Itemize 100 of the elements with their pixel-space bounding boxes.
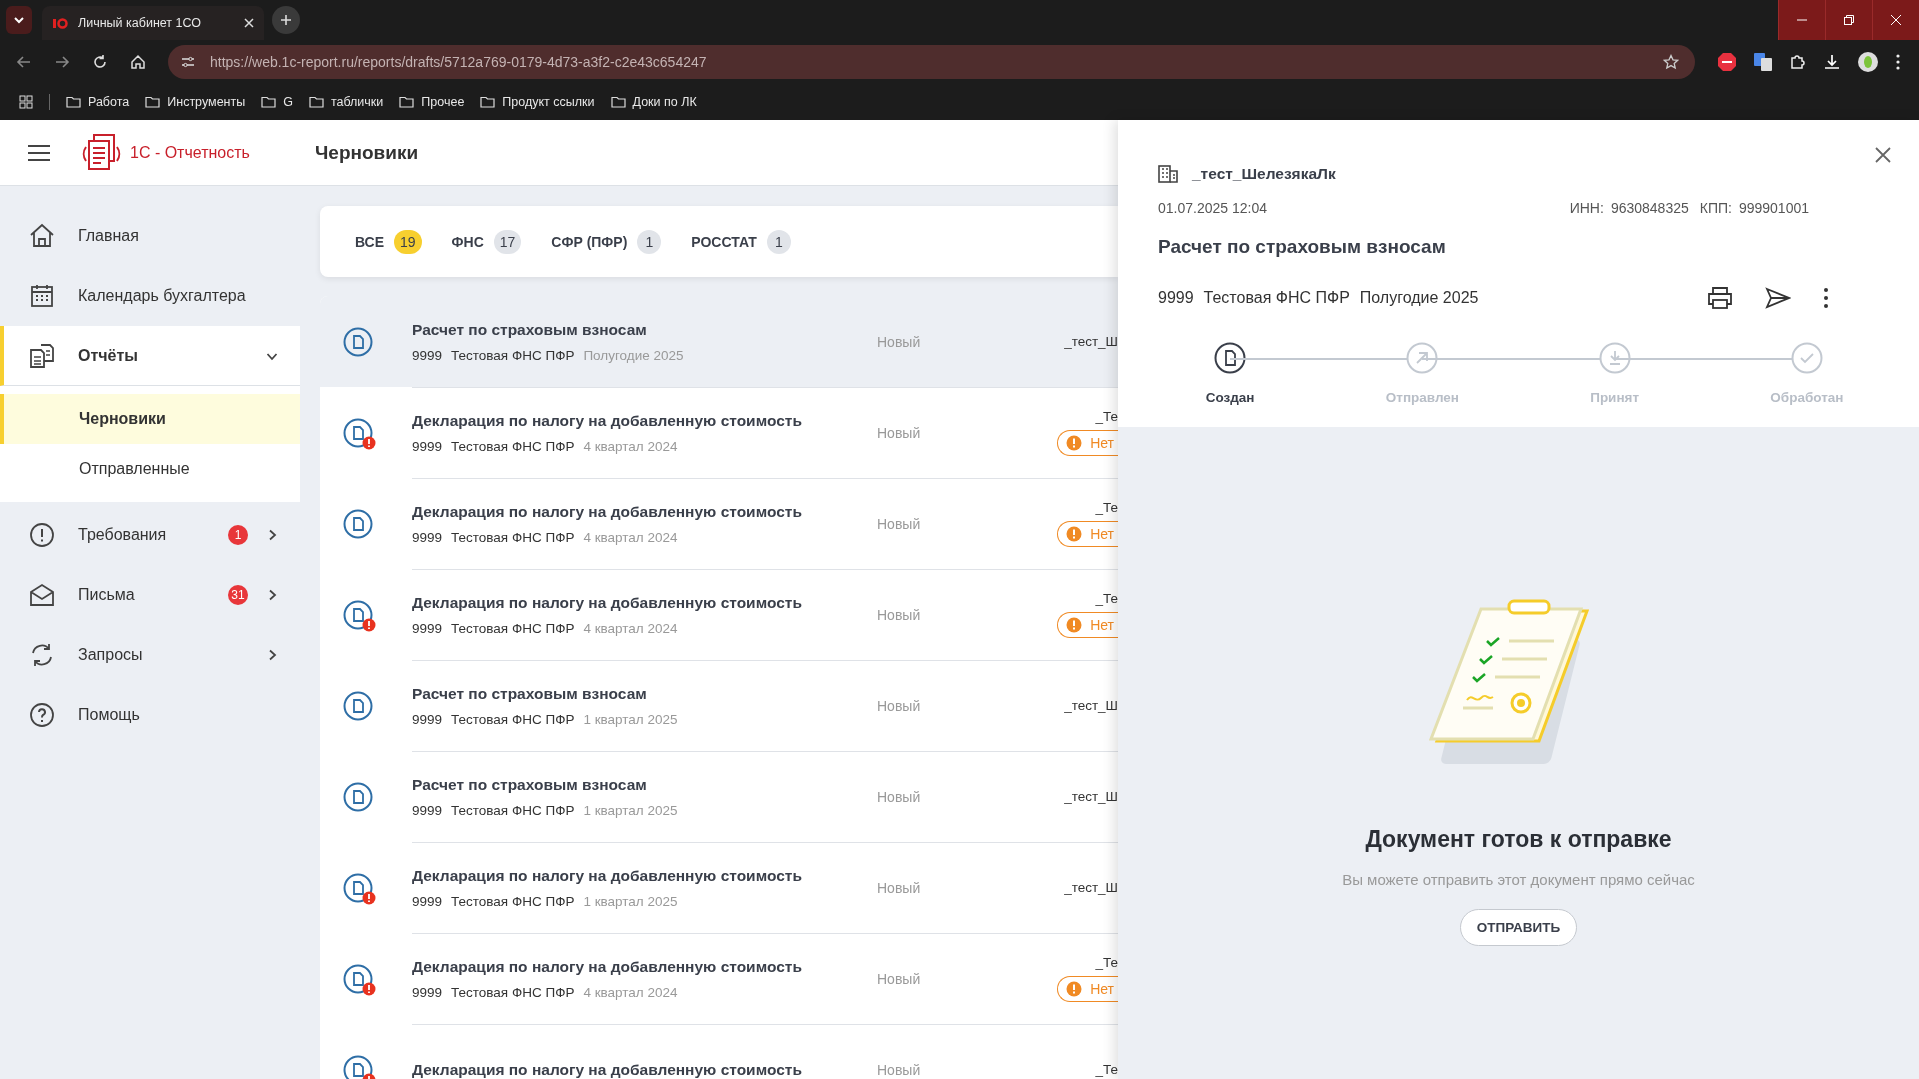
- report-row[interactable]: Расчет по страховым взносам 9999 Тестовая ФНС ПФР Полугодие 2025 Новый _тест_Ш: [320, 296, 1118, 387]
- report-period: 4 квартал 2024: [583, 529, 678, 545]
- bookmark-folder[interactable]: G: [261, 95, 293, 109]
- report-row[interactable]: Декларация по налогу на добавленную стоимость 9999 Тестовая ФНС ПФР 4 квартал 2024 Новый _Те Нет: [320, 478, 1118, 569]
- download-icon[interactable]: [1823, 53, 1841, 71]
- report-period: Полугодие 2025: [1359, 289, 1479, 307]
- folder-icon: [66, 96, 81, 108]
- close-icon[interactable]: [1875, 147, 1891, 163]
- bookmark-folder[interactable]: Продукт ссылки: [480, 95, 595, 109]
- sidebar-item[interactable]: Требования 1: [0, 505, 300, 565]
- printer-icon[interactable]: [1707, 286, 1733, 310]
- bookmark-folder[interactable]: Инструменты: [145, 95, 246, 109]
- report-title: Декларация по налогу на добавленную стоимость: [412, 502, 803, 521]
- folder-icon: [261, 96, 277, 108]
- report-owner: _Те: [1095, 955, 1118, 970]
- report-row[interactable]: Декларация по налогу на добавленную стоимость Новый _Те: [320, 1024, 1118, 1079]
- menu-icon[interactable]: [28, 144, 50, 161]
- filter-tab[interactable]: СФР (ПФР) 1: [551, 229, 662, 254]
- sidebar-item[interactable]: Письма 31: [0, 565, 300, 625]
- report-title: Декларация по налогу на добавленную стоимость: [412, 866, 803, 885]
- sidebar-item[interactable]: Главная: [0, 206, 300, 266]
- report-code: 9999: [412, 984, 443, 1000]
- sidebar-item[interactable]: Помощь: [0, 685, 300, 745]
- bookmark-folder[interactable]: Работа: [66, 95, 130, 109]
- calendar-icon: [29, 283, 55, 309]
- report-code: 9999: [412, 438, 443, 454]
- report-org: Тестовая ФНС ПФР: [451, 347, 575, 363]
- report-date: 01.07.2025 12:04: [1158, 200, 1267, 216]
- report-row[interactable]: Декларация по налогу на добавленную стоимость 9999 Тестовая ФНС ПФР 4 квартал 2024 Новый _Те Нет: [320, 933, 1118, 1024]
- folder-icon: [399, 96, 415, 108]
- reload-icon[interactable]: [92, 54, 108, 70]
- step-label: Принят: [1590, 390, 1640, 405]
- report-org: Тестовая ФНС ПФР: [1203, 289, 1350, 307]
- close-icon: [1890, 14, 1902, 26]
- sidebar-subitem[interactable]: Черновики: [0, 394, 300, 444]
- kpp-label: КПП:: [1699, 200, 1732, 216]
- report-title: Декларация по налогу на добавленную стоимость: [412, 957, 803, 976]
- bookmark-folder[interactable]: таблички: [308, 95, 384, 109]
- inn-label: ИНН:: [1569, 200, 1604, 216]
- back-icon[interactable]: [16, 54, 32, 70]
- url-text: https://web.1c-report.ru/reports/drafts/5712a769-0179-4d73-a3f2-c2e43c654247: [210, 54, 708, 70]
- new-tab-button[interactable]: [272, 6, 300, 34]
- report-org: Тестовая ФНС ПФР: [451, 802, 575, 818]
- report-code: 9999: [1158, 289, 1194, 307]
- bookmark-folder[interactable]: Прочее: [399, 95, 465, 109]
- report-org: Тестовая ФНС ПФР: [451, 893, 575, 909]
- warning-icon: [1066, 981, 1083, 997]
- filter-tab[interactable]: ФНС 17: [451, 229, 522, 254]
- puzzle-icon[interactable]: [1789, 53, 1807, 71]
- report-code: 9999: [412, 529, 443, 545]
- report-row[interactable]: Декларация по налогу на добавленную стоимость 9999 Тестовая ФНС ПФР 1 квартал 2025 Новый _тест_Ш: [320, 842, 1118, 933]
- send-icon[interactable]: [1765, 287, 1791, 309]
- bookmark-folder[interactable]: Доки по ЛК: [610, 95, 697, 109]
- forward-icon[interactable]: [54, 54, 70, 70]
- document-icon: [343, 326, 373, 357]
- empty-state-text: Вы можете отправить этот документ прямо сейчас: [1342, 871, 1695, 888]
- report-period: Полугодие 2025: [583, 347, 684, 363]
- address-bar[interactable]: https://web.1c-report.ru/reports/drafts/5712a769-0179-4d73-a3f2-c2e43c654247: [168, 45, 1695, 79]
- organization-name: _тест_ШелезякаЛк: [1192, 165, 1336, 183]
- report-row[interactable]: Декларация по налогу на добавленную стоимость 9999 Тестовая ФНС ПФР 4 квартал 2024 Новый _Те Нет: [320, 387, 1118, 478]
- report-owner: _тест_Ш: [1064, 698, 1118, 713]
- tab-list-button[interactable]: [6, 6, 32, 34]
- sidebar-item[interactable]: Календарь бухгалтера: [0, 266, 300, 326]
- home-icon: [29, 223, 55, 249]
- site-settings-icon[interactable]: [180, 54, 196, 70]
- sidebar-subitem[interactable]: Отправленные: [0, 444, 300, 494]
- filter-tab[interactable]: РОССТАТ 1: [691, 229, 791, 254]
- report-status: Новый: [877, 333, 922, 350]
- star-icon[interactable]: [1663, 54, 1679, 70]
- report-status: Новый: [877, 788, 922, 805]
- report-period: 1 квартал 2025: [583, 802, 678, 818]
- report-org: Тестовая ФНС ПФР: [451, 620, 575, 636]
- report-row[interactable]: Расчет по страховым взносам 9999 Тестовая ФНС ПФР 1 квартал 2025 Новый _тест_Ш: [320, 751, 1118, 842]
- browser-tab[interactable]: Личный кабинет 1СО: [42, 6, 264, 40]
- report-status: Новый: [877, 879, 922, 896]
- report-title: Декларация по налогу на добавленную стоимость: [412, 1060, 803, 1079]
- sidebar-item[interactable]: Отчёты: [0, 326, 300, 386]
- sync-icon: [29, 642, 55, 668]
- report-row[interactable]: Декларация по налогу на добавленную стоимость 9999 Тестовая ФНС ПФР 4 квартал 2024 Новый _Те Нет: [320, 569, 1118, 660]
- filter-tab[interactable]: ВСЕ 19: [355, 229, 422, 254]
- report-status: Новый: [877, 1061, 922, 1078]
- report-row[interactable]: Расчет по страховым взносам 9999 Тестовая ФНС ПФР 1 квартал 2025 Новый _тест_Ш: [320, 660, 1118, 751]
- sidebar-item[interactable]: Запросы: [0, 625, 300, 685]
- apps-icon[interactable]: [19, 95, 33, 109]
- report-code: 9999: [412, 893, 443, 909]
- count-badge: 1: [228, 525, 248, 545]
- warning-icon: [1066, 617, 1083, 633]
- app-logo-text[interactable]: 1С - Отчетность: [130, 143, 315, 162]
- restore-button[interactable]: [1825, 0, 1872, 40]
- mail-icon: [29, 582, 55, 608]
- report-code: 9999: [412, 347, 443, 363]
- tab-title: Личный кабинет 1СО: [78, 16, 202, 30]
- home-icon[interactable]: [130, 54, 146, 70]
- profile-avatar-icon[interactable]: [1857, 51, 1879, 73]
- menu-icon[interactable]: [1895, 53, 1901, 71]
- report-owner: _Те: [1095, 500, 1118, 515]
- document-icon: [343, 1054, 373, 1079]
- more-icon[interactable]: [1823, 287, 1829, 309]
- send-button[interactable]: ОТПРАВИТЬ: [1459, 909, 1578, 946]
- report-owner: _Те: [1095, 1062, 1118, 1077]
